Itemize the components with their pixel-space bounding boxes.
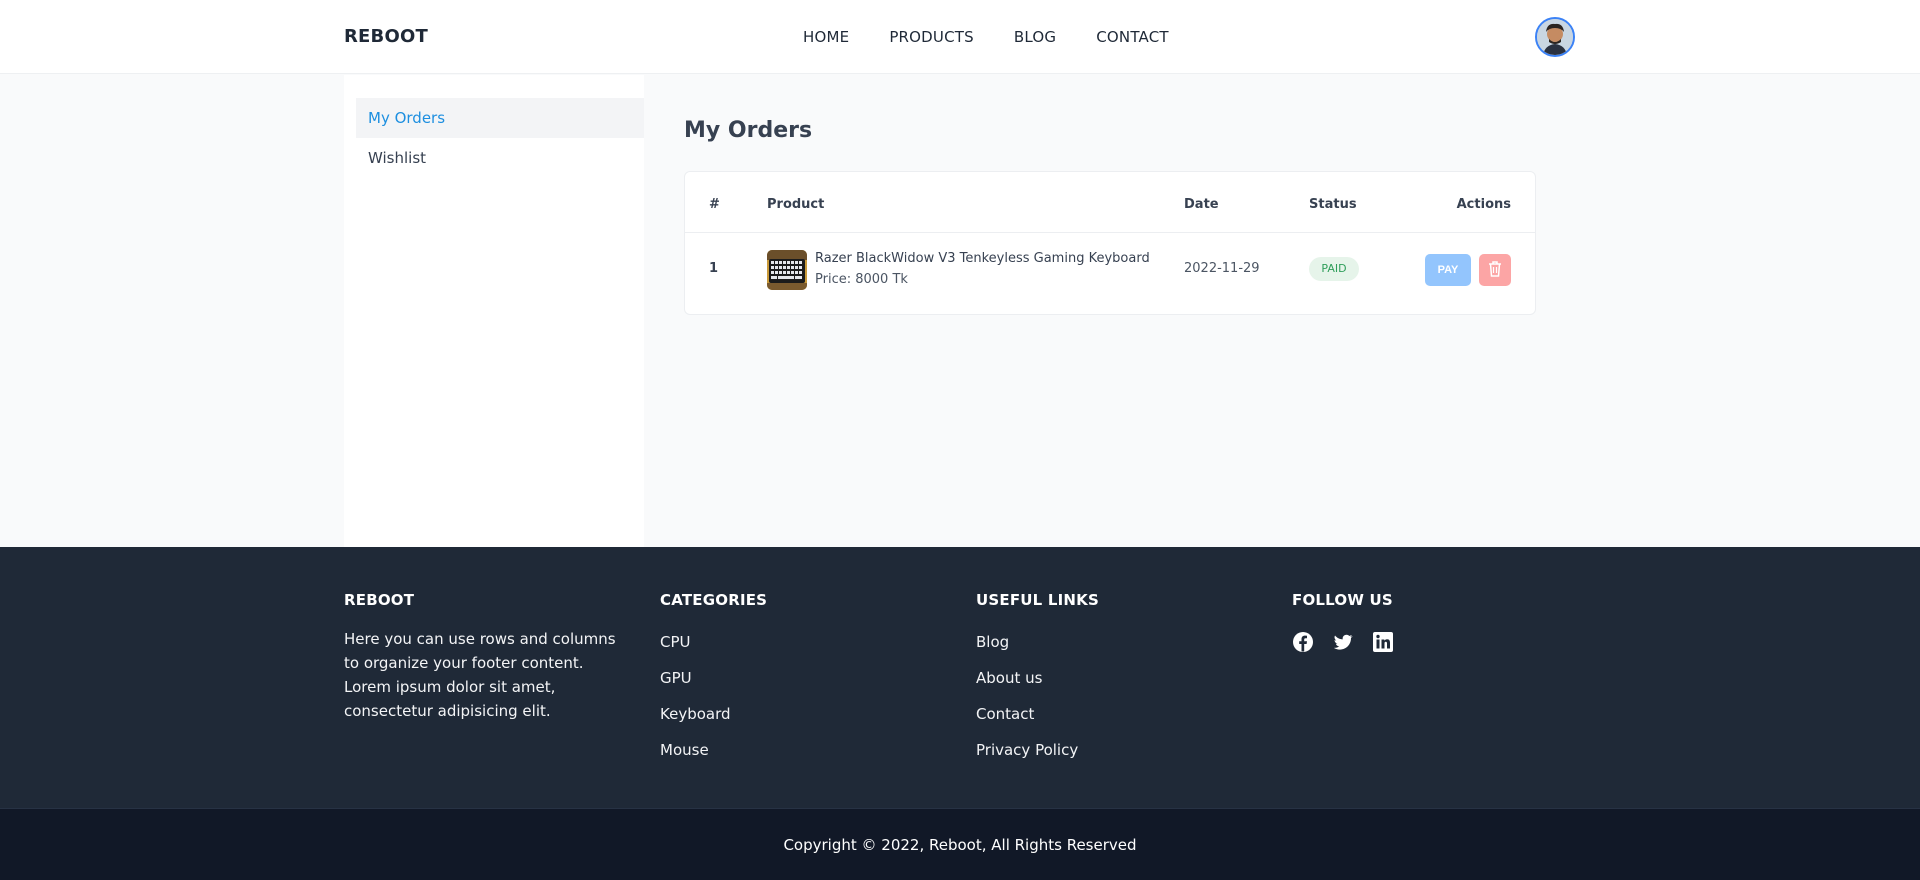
footer-brand-heading: REBOOT: [344, 591, 415, 609]
delete-button[interactable]: [1479, 254, 1511, 286]
nav-products[interactable]: PRODUCTS: [889, 28, 974, 46]
orders-table: # Product Date Status Actions 1 Razer Bl…: [684, 171, 1536, 315]
pay-button[interactable]: PAY: [1425, 254, 1471, 286]
keyboard-image: [767, 250, 807, 290]
footer-brand-column: REBOOT Here you can use rows and columns…: [344, 591, 624, 723]
footer-categories-heading: CATEGORIES: [660, 591, 768, 609]
page-title: My Orders: [684, 118, 813, 143]
footer-useful-links-column: USEFUL LINKS Blog About us Contact Priva…: [976, 591, 1099, 761]
footer-brand-text: Here you can use rows and columns to org…: [344, 630, 616, 720]
nav-home[interactable]: HOME: [803, 28, 849, 46]
status-badge: PAID: [1309, 257, 1359, 281]
column-header-index: #: [709, 197, 720, 212]
product-thumbnail[interactable]: [767, 250, 807, 290]
footer-follow-column: FOLLOW US: [1292, 591, 1394, 653]
facebook-icon[interactable]: [1292, 631, 1314, 653]
linkedin-icon[interactable]: [1372, 631, 1394, 653]
main-nav: HOME PRODUCTS BLOG CONTACT: [803, 28, 1169, 46]
sidebar-item-wishlist[interactable]: Wishlist: [356, 138, 644, 178]
footer-link-mouse[interactable]: Mouse: [660, 739, 767, 761]
trash-icon: [1489, 260, 1501, 277]
user-avatar-image: [1537, 19, 1573, 55]
column-header-status: Status: [1309, 197, 1357, 212]
product-name[interactable]: Razer BlackWidow V3 Tenkeyless Gaming Ke…: [815, 251, 1150, 266]
account-sidebar: My Orders Wishlist: [344, 75, 644, 547]
row-index: 1: [709, 261, 719, 276]
footer-link-privacy[interactable]: Privacy Policy: [976, 739, 1099, 761]
footer-useful-links-heading: USEFUL LINKS: [976, 591, 1099, 609]
footer-link-cpu[interactable]: CPU: [660, 631, 767, 653]
footer-link-keyboard[interactable]: Keyboard: [660, 703, 767, 725]
twitter-icon[interactable]: [1332, 631, 1354, 653]
user-avatar[interactable]: [1535, 17, 1575, 57]
social-links: [1292, 631, 1394, 653]
footer-link-about[interactable]: About us: [976, 667, 1099, 689]
sidebar-item-my-orders[interactable]: My Orders: [356, 98, 644, 138]
nav-blog[interactable]: BLOG: [1014, 28, 1056, 46]
table-divider: [685, 232, 1535, 233]
footer-follow-heading: FOLLOW US: [1292, 591, 1393, 609]
nav-contact[interactable]: CONTACT: [1096, 28, 1169, 46]
column-header-product: Product: [767, 197, 825, 212]
site-footer: REBOOT Here you can use rows and columns…: [0, 547, 1920, 808]
footer-link-contact[interactable]: Contact: [976, 703, 1099, 725]
footer-categories-column: CATEGORIES CPU GPU Keyboard Mouse: [660, 591, 767, 761]
order-date: 2022-11-29: [1184, 261, 1260, 276]
top-navbar: REBOOT HOME PRODUCTS BLOG CONTACT: [0, 0, 1920, 74]
brand-logo[interactable]: REBOOT: [344, 26, 428, 47]
footer-link-blog[interactable]: Blog: [976, 631, 1099, 653]
footer-link-gpu[interactable]: GPU: [660, 667, 767, 689]
copyright-bar: Copyright © 2022, Reboot, All Rights Res…: [0, 808, 1920, 880]
column-header-date: Date: [1184, 197, 1219, 212]
product-price: Price: 8000 Tk: [815, 272, 908, 287]
main-content: My Orders Wishlist My Orders # Product D…: [0, 75, 1920, 547]
column-header-actions: Actions: [1456, 197, 1511, 212]
